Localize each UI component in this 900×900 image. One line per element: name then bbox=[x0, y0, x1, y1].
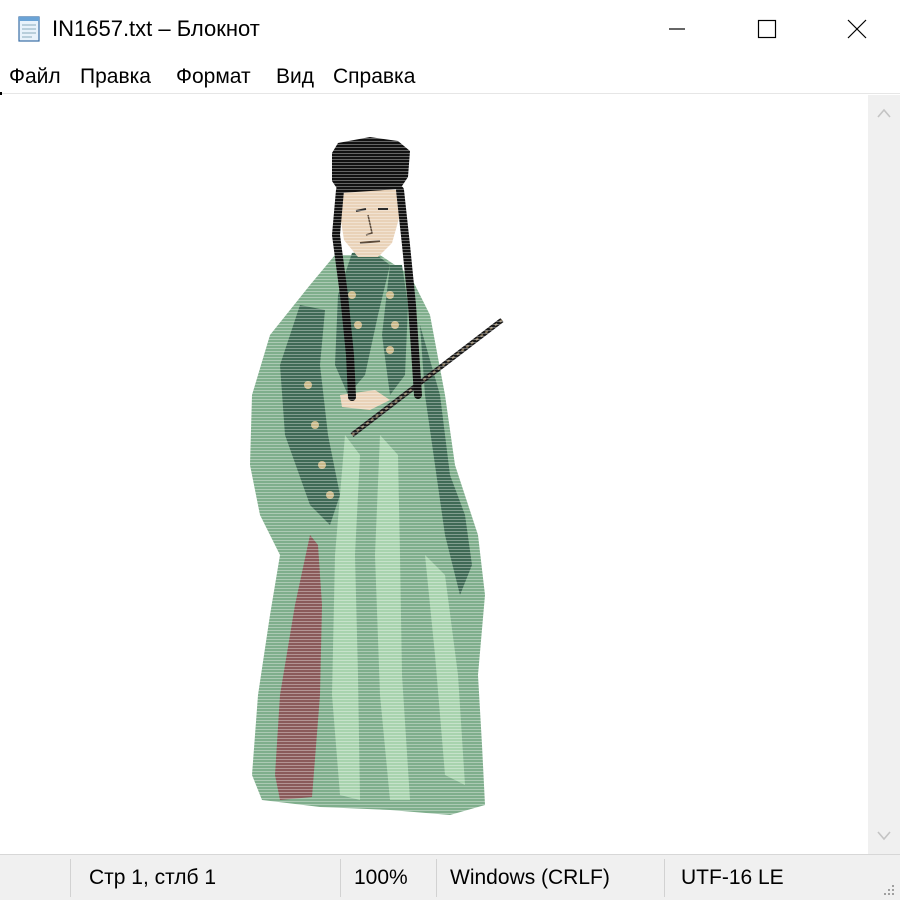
status-separator bbox=[70, 859, 71, 897]
maximize-button[interactable] bbox=[722, 0, 812, 58]
figure-in-green-robe-with-stick bbox=[240, 135, 510, 825]
scroll-down-button[interactable] bbox=[868, 818, 900, 854]
status-separator bbox=[664, 859, 665, 897]
encoding: UTF-16 LE bbox=[681, 866, 784, 889]
close-button[interactable] bbox=[812, 0, 900, 58]
vertical-scrollbar[interactable] bbox=[868, 95, 900, 854]
menu-bar: Файл Правка Формат Вид Справка bbox=[0, 58, 900, 94]
chevron-down-icon bbox=[877, 831, 891, 841]
chevron-up-icon bbox=[877, 108, 891, 118]
text-editor-area[interactable] bbox=[0, 95, 868, 854]
resize-grip-icon[interactable] bbox=[876, 877, 896, 897]
minimize-icon bbox=[669, 28, 685, 30]
maximize-icon bbox=[757, 19, 777, 39]
scroll-up-button[interactable] bbox=[868, 95, 900, 131]
menu-format[interactable]: Формат bbox=[176, 64, 251, 90]
menu-edit[interactable]: Правка bbox=[80, 64, 151, 90]
minimize-button[interactable] bbox=[632, 0, 722, 58]
menu-help[interactable]: Справка bbox=[333, 64, 415, 90]
status-separator bbox=[340, 859, 341, 897]
line-endings: Windows (CRLF) bbox=[450, 866, 610, 889]
menu-view[interactable]: Вид bbox=[276, 64, 314, 90]
close-icon bbox=[847, 19, 867, 39]
notepad-icon bbox=[14, 13, 44, 43]
title-bar[interactable]: IN1657.txt – Блокнот bbox=[0, 0, 900, 58]
zoom-level: 100% bbox=[354, 866, 408, 889]
status-separator bbox=[436, 859, 437, 897]
status-bar: Стр 1, стлб 1 100% Windows (CRLF) UTF-16… bbox=[0, 854, 900, 900]
menu-file[interactable]: Файл bbox=[9, 64, 61, 90]
cursor-position: Стр 1, стлб 1 bbox=[89, 866, 217, 889]
window-title: IN1657.txt – Блокнот bbox=[52, 16, 260, 41]
